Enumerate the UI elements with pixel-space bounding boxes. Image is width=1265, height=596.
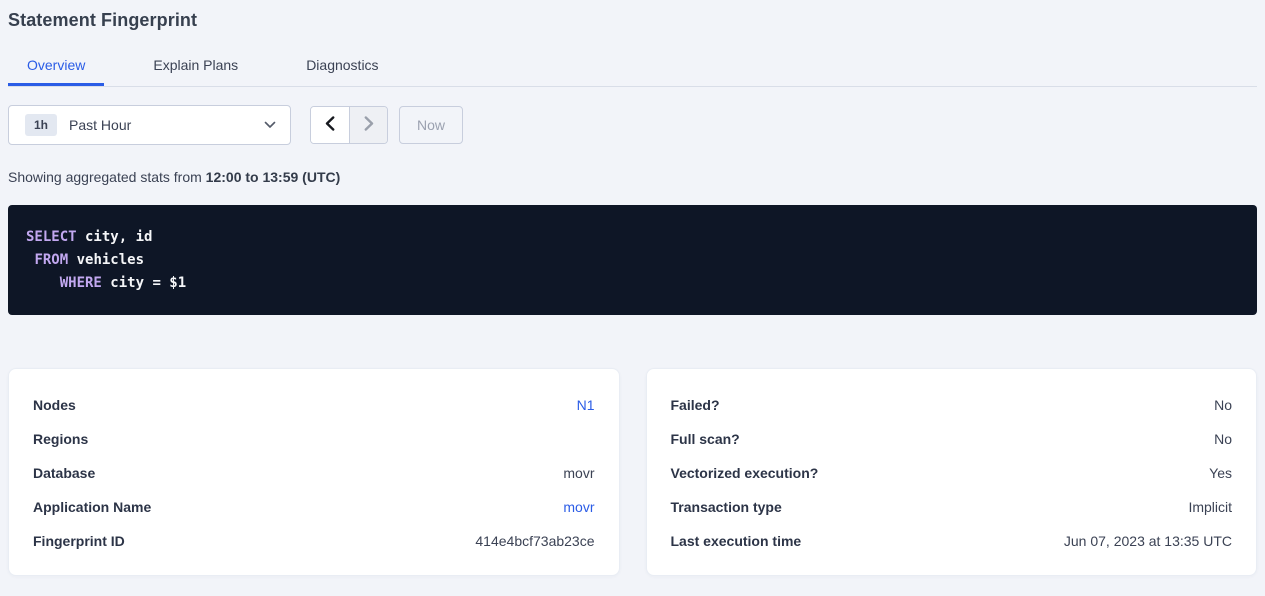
sql-line: FROM vehicles <box>26 249 1239 272</box>
row-vectorized-execution: Vectorized execution? Yes <box>671 456 1233 490</box>
time-arrow-group <box>310 106 388 144</box>
aggregated-stats-text: Showing aggregated stats from 12:00 to 1… <box>8 169 1257 185</box>
database-value: movr <box>563 465 594 481</box>
page-title: Statement Fingerprint <box>8 10 1257 31</box>
vectorized-execution-value: Yes <box>1209 465 1232 481</box>
fingerprint-id-value: 414e4bcf73ab23ce <box>475 533 594 549</box>
sql-statement-box: SELECT city, id FROM vehicles WHERE city… <box>8 205 1257 315</box>
statement-fingerprint-page: Statement Fingerprint Overview Explain P… <box>0 10 1265 576</box>
failed-value: No <box>1214 397 1232 413</box>
sql-keyword: WHERE <box>60 275 102 291</box>
row-label: Transaction type <box>671 499 782 515</box>
prev-time-button[interactable] <box>311 107 349 143</box>
time-range-label: Past Hour <box>69 117 131 133</box>
tab-diagnostics[interactable]: Diagnostics <box>287 45 397 86</box>
time-range-dropdown[interactable]: 1h Past Hour <box>8 105 291 145</box>
time-toolbar: 1h Past Hour Now <box>8 105 1257 145</box>
row-label: Vectorized execution? <box>671 465 819 481</box>
aggregated-stats-range: 12:00 to 13:59 (UTC) <box>206 169 341 185</box>
tab-explain-plans[interactable]: Explain Plans <box>134 45 257 86</box>
row-fingerprint-id: Fingerprint ID 414e4bcf73ab23ce <box>33 524 595 558</box>
statement-details-card: Nodes N1 Regions Database movr Applicati… <box>8 368 620 576</box>
row-label: Database <box>33 465 95 481</box>
time-range-badge: 1h <box>25 114 57 136</box>
row-label: Regions <box>33 431 88 447</box>
sql-keyword: SELECT <box>26 229 77 245</box>
row-label: Nodes <box>33 397 76 413</box>
row-failed: Failed? No <box>671 388 1233 422</box>
row-database: Database movr <box>33 456 595 490</box>
application-name-link[interactable]: movr <box>563 499 594 515</box>
chevron-down-icon <box>264 121 276 129</box>
aggregated-stats-prefix: Showing aggregated stats from <box>8 169 206 185</box>
row-last-execution-time: Last execution time Jun 07, 2023 at 13:3… <box>671 524 1233 558</box>
next-time-button[interactable] <box>349 107 387 143</box>
transaction-type-value: Implicit <box>1188 499 1232 515</box>
last-execution-time-value: Jun 07, 2023 at 13:35 UTC <box>1064 533 1232 549</box>
row-label: Last execution time <box>671 533 802 549</box>
row-application-name: Application Name movr <box>33 490 595 524</box>
tab-bar: Overview Explain Plans Diagnostics <box>8 45 1257 87</box>
chevron-left-icon <box>325 116 335 134</box>
sql-line: SELECT city, id <box>26 226 1239 249</box>
execution-attributes-card: Failed? No Full scan? No Vectorized exec… <box>646 368 1258 576</box>
tab-overview[interactable]: Overview <box>8 45 104 86</box>
sql-line: WHERE city = $1 <box>26 272 1239 295</box>
row-label: Application Name <box>33 499 151 515</box>
nodes-link[interactable]: N1 <box>577 397 595 413</box>
now-button[interactable]: Now <box>399 106 463 144</box>
row-regions: Regions <box>33 422 595 456</box>
summary-cards: Nodes N1 Regions Database movr Applicati… <box>8 368 1257 576</box>
row-label: Full scan? <box>671 431 740 447</box>
full-scan-value: No <box>1214 431 1232 447</box>
sql-keyword: FROM <box>34 252 68 268</box>
row-label: Fingerprint ID <box>33 533 125 549</box>
row-nodes: Nodes N1 <box>33 388 595 422</box>
row-label: Failed? <box>671 397 720 413</box>
chevron-right-icon <box>364 116 374 134</box>
row-transaction-type: Transaction type Implicit <box>671 490 1233 524</box>
row-full-scan: Full scan? No <box>671 422 1233 456</box>
